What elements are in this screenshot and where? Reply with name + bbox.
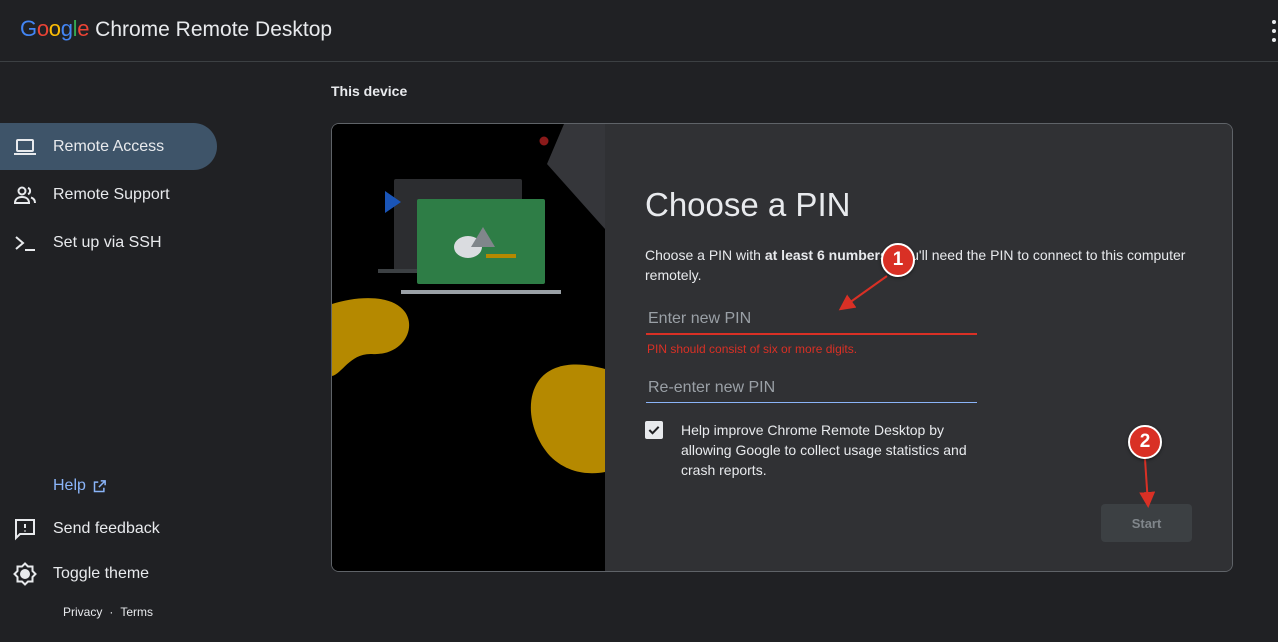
- help-link[interactable]: Help: [53, 477, 107, 495]
- feedback-icon: [15, 518, 35, 540]
- sidebar-item-label: Remote Support: [53, 185, 170, 203]
- toggle-theme-button[interactable]: Toggle theme: [0, 550, 217, 597]
- annotation-badge-1: 1: [881, 243, 915, 277]
- reenter-pin-input[interactable]: [646, 373, 977, 402]
- check-icon: [648, 426, 660, 435]
- sidebar-item-label: Set up via SSH: [53, 233, 162, 251]
- annotation-badge-2: 2: [1128, 425, 1162, 459]
- help-label: Help: [53, 477, 86, 494]
- reenter-pin-field: [646, 373, 977, 403]
- legal-links: Privacy · Terms: [63, 605, 153, 619]
- pin-error-message: PIN should consist of six or more digits…: [647, 342, 858, 356]
- pin-title: Choose a PIN: [645, 186, 851, 223]
- send-feedback-button[interactable]: Send feedback: [0, 505, 217, 552]
- new-pin-input[interactable]: [646, 305, 977, 333]
- toggle-theme-label: Toggle theme: [53, 564, 150, 582]
- more-vert-icon[interactable]: [1270, 20, 1278, 42]
- sidebar-item-remote-support[interactable]: Remote Support: [0, 171, 217, 218]
- product-name: Chrome Remote Desktop: [95, 18, 333, 41]
- start-button[interactable]: Start: [1101, 504, 1192, 542]
- sidebar-item-remote-access[interactable]: Remote Access: [0, 123, 217, 170]
- google-logo-letter: g: [60, 16, 73, 41]
- google-logo-letter: o: [36, 16, 49, 41]
- terminal-icon: [15, 235, 35, 251]
- section-title: This device: [331, 83, 408, 99]
- google-logo-letter: o: [48, 16, 61, 41]
- pin-panel: Choose a PIN Choose a PIN with at least …: [605, 124, 1232, 571]
- brand[interactable]: Google Chrome Remote Desktop: [20, 16, 332, 42]
- new-pin-field: [646, 305, 977, 335]
- app-header: Google Chrome Remote Desktop: [0, 0, 1278, 62]
- sidebar-item-label: Remote Access: [53, 137, 165, 155]
- setup-illustration: [332, 124, 605, 571]
- pin-description-start: Choose a PIN with: [645, 247, 765, 263]
- pin-setup-card: Choose a PIN Choose a PIN with at least …: [331, 123, 1233, 572]
- open-in-new-icon: [93, 479, 106, 492]
- pin-description-bold: at least 6 numbers.: [764, 247, 892, 263]
- usage-stats-consent: Help improve Chrome Remote Desktop by al…: [645, 420, 981, 480]
- usage-stats-checkbox[interactable]: [645, 421, 663, 439]
- sidebar-item-ssh[interactable]: Set up via SSH: [0, 219, 217, 266]
- terms-link[interactable]: Terms: [120, 605, 153, 619]
- send-feedback-label: Send feedback: [53, 519, 160, 537]
- pin-description: Choose a PIN with at least 6 numbers. Yo…: [645, 245, 1190, 285]
- google-logo: Google: [20, 16, 89, 42]
- privacy-link[interactable]: Privacy: [63, 605, 102, 619]
- google-logo-letter: G: [20, 16, 37, 41]
- brightness-icon: [13, 561, 37, 586]
- usage-stats-label: Help improve Chrome Remote Desktop by al…: [681, 422, 967, 478]
- laptop-icon: [14, 138, 36, 155]
- legal-separator: ·: [109, 605, 114, 619]
- google-logo-letter: e: [77, 16, 90, 41]
- people-icon: [13, 186, 36, 204]
